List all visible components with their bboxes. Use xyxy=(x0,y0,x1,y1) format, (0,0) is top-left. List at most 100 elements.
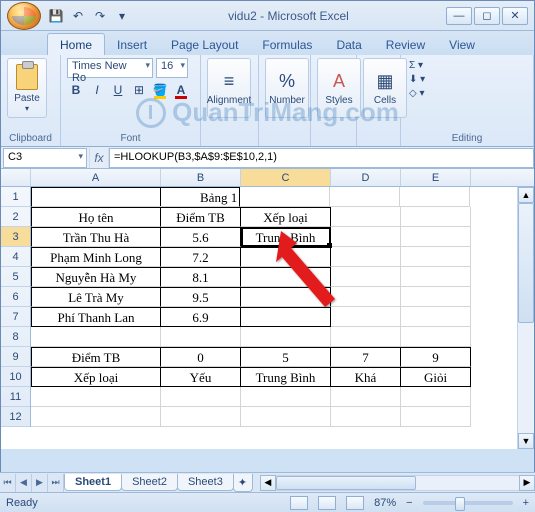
cell[interactable] xyxy=(400,187,470,207)
maximize-button[interactable]: ◻ xyxy=(474,7,500,25)
cell[interactable] xyxy=(331,387,401,407)
row-header[interactable]: 1 xyxy=(1,187,30,207)
clear-icon[interactable]: ◇ ▾ xyxy=(409,88,425,99)
col-header-b[interactable]: B xyxy=(161,169,241,186)
view-layout-button[interactable] xyxy=(318,496,336,510)
name-box[interactable]: C3 xyxy=(3,148,87,168)
cell[interactable]: Trần Thu Hà xyxy=(31,227,161,247)
fill-icon[interactable]: ⬇ ▾ xyxy=(409,74,425,85)
view-break-button[interactable] xyxy=(346,496,364,510)
cell[interactable]: Lê Trà My xyxy=(31,287,161,307)
sheet-tab[interactable]: Sheet2 xyxy=(121,474,178,491)
cell[interactable] xyxy=(241,327,331,347)
row-header[interactable]: 3 xyxy=(1,227,30,247)
sheet-nav-first[interactable]: ⏮ xyxy=(0,474,16,492)
cell[interactable]: Trung Bình xyxy=(241,227,331,247)
cell[interactable]: 8.1 xyxy=(161,267,241,287)
new-sheet-button[interactable]: ✦ xyxy=(233,474,253,492)
row-header[interactable]: 6 xyxy=(1,287,30,307)
row-header[interactable]: 7 xyxy=(1,307,30,327)
cell[interactable]: 0 xyxy=(161,347,241,367)
col-header-d[interactable]: D xyxy=(331,169,401,186)
cell[interactable] xyxy=(241,307,331,327)
col-header-e[interactable]: E xyxy=(401,169,471,186)
cell[interactable]: Khá xyxy=(331,367,401,387)
scroll-right-button[interactable]: ▶ xyxy=(519,475,535,491)
cell[interactable]: Yếu xyxy=(161,367,241,387)
cell[interactable] xyxy=(401,307,471,327)
sheet-nav-prev[interactable]: ◀ xyxy=(16,474,32,492)
italic-button[interactable]: I xyxy=(88,81,106,99)
number-button[interactable]: %Number xyxy=(265,58,309,118)
close-button[interactable]: ✕ xyxy=(502,7,528,25)
row-header[interactable]: 10 xyxy=(1,367,30,387)
cell[interactable] xyxy=(31,407,161,427)
underline-button[interactable]: U xyxy=(109,81,127,99)
row-header[interactable]: 5 xyxy=(1,267,30,287)
cell[interactable] xyxy=(241,287,331,307)
font-name-combo[interactable]: Times New Ro xyxy=(67,58,153,78)
cell[interactable] xyxy=(331,247,401,267)
alignment-button[interactable]: ≡Alignment xyxy=(207,58,251,118)
cell[interactable]: Điểm TB xyxy=(161,207,241,227)
tab-insert[interactable]: Insert xyxy=(105,34,159,55)
cell[interactable]: Xếp loại xyxy=(31,367,161,387)
cell[interactable] xyxy=(401,327,471,347)
border-button[interactable]: ⊞ xyxy=(130,81,148,99)
cell[interactable] xyxy=(161,407,241,427)
row-header[interactable]: 8 xyxy=(1,327,30,347)
formula-input[interactable]: =HLOOKUP(B3,$A$9:$E$10,2,1) xyxy=(109,148,534,168)
cells-region[interactable]: Bảng 1 Họ tên Điểm TB Xếp loại Trần Thu … xyxy=(31,187,471,427)
office-button[interactable] xyxy=(7,2,41,30)
cell[interactable] xyxy=(161,327,241,347)
vertical-scrollbar[interactable]: ▲ ▼ xyxy=(517,187,534,449)
cell[interactable]: Trung Bình xyxy=(241,367,331,387)
zoom-level[interactable]: 87% xyxy=(374,497,396,509)
cell[interactable] xyxy=(331,327,401,347)
cell[interactable] xyxy=(331,267,401,287)
view-normal-button[interactable] xyxy=(290,496,308,510)
zoom-out-button[interactable]: − xyxy=(406,497,412,509)
tab-page-layout[interactable]: Page Layout xyxy=(159,34,250,55)
scroll-up-button[interactable]: ▲ xyxy=(518,187,534,203)
minimize-button[interactable]: — xyxy=(446,7,472,25)
cell[interactable] xyxy=(401,287,471,307)
cell[interactable]: 7.2 xyxy=(161,247,241,267)
tab-data[interactable]: Data xyxy=(324,34,373,55)
sheet-nav-last[interactable]: ⏭ xyxy=(48,474,64,492)
cell[interactable]: Phạm Minh Long xyxy=(31,247,161,267)
cell[interactable]: 6.9 xyxy=(161,307,241,327)
save-icon[interactable]: 💾 xyxy=(47,7,65,25)
cell[interactable] xyxy=(331,227,401,247)
cell[interactable] xyxy=(401,247,471,267)
col-header-c[interactable]: C xyxy=(241,169,331,186)
col-header-a[interactable]: A xyxy=(31,169,161,186)
cell[interactable]: Nguyễn Hà My xyxy=(31,267,161,287)
cell[interactable]: Họ tên xyxy=(31,207,161,227)
cell[interactable] xyxy=(241,407,331,427)
row-header[interactable]: 11 xyxy=(1,387,30,407)
horizontal-scrollbar[interactable]: ◀ ▶ xyxy=(260,475,535,491)
scroll-down-button[interactable]: ▼ xyxy=(518,433,534,449)
cell[interactable]: Xếp loại xyxy=(241,207,331,227)
cell[interactable] xyxy=(331,307,401,327)
qat-more-icon[interactable]: ▾ xyxy=(113,7,131,25)
zoom-slider[interactable] xyxy=(423,501,513,505)
cell[interactable] xyxy=(31,327,161,347)
cell[interactable]: Giỏi xyxy=(401,367,471,387)
cell[interactable] xyxy=(161,387,241,407)
row-header[interactable]: 12 xyxy=(1,407,30,427)
font-size-combo[interactable]: 16 xyxy=(156,58,188,78)
redo-icon[interactable]: ↷ xyxy=(91,7,109,25)
scroll-left-button[interactable]: ◀ xyxy=(260,475,276,491)
row-header[interactable]: 9 xyxy=(1,347,30,367)
cell[interactable] xyxy=(401,407,471,427)
cell[interactable] xyxy=(31,187,161,207)
scroll-thumb[interactable] xyxy=(518,203,534,323)
cell[interactable] xyxy=(241,247,331,267)
cell[interactable]: 9.5 xyxy=(161,287,241,307)
cell[interactable]: 5 xyxy=(241,347,331,367)
row-header[interactable]: 2 xyxy=(1,207,30,227)
fill-color-button[interactable]: 🪣 xyxy=(151,81,169,99)
cell[interactable] xyxy=(331,207,401,227)
